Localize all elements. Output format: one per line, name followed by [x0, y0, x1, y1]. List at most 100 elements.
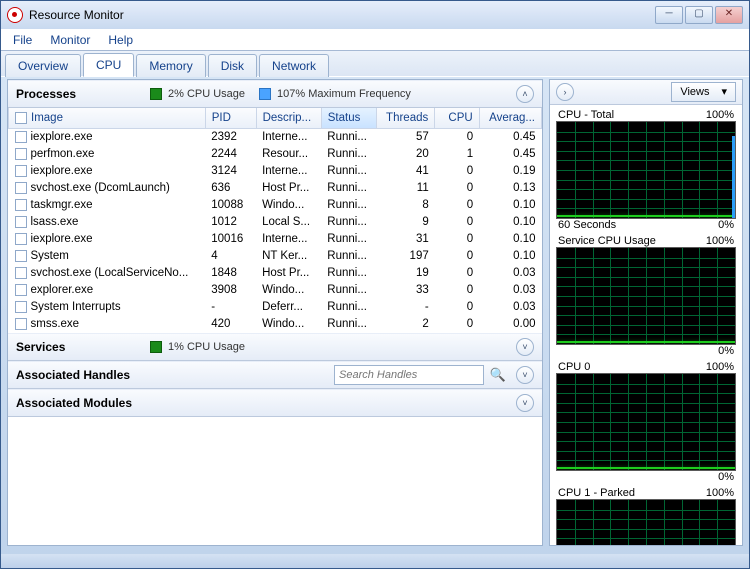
table-row[interactable]: explorer.exe3908Windo...Runni...3300.03 — [9, 282, 542, 299]
row-checkbox[interactable] — [15, 267, 27, 279]
chart-block: CPU 0100%0% — [556, 361, 736, 483]
col-pid[interactable]: PID — [205, 108, 256, 129]
tab-cpu[interactable]: CPU — [83, 53, 134, 77]
chart-block: Service CPU Usage 100% 0% — [556, 235, 736, 357]
chart-axis-left: 60 Seconds — [558, 219, 616, 231]
table-row[interactable]: taskmgr.exe10088Windo...Runni...800.10 — [9, 197, 542, 214]
row-checkbox[interactable] — [15, 216, 27, 228]
minimize-button[interactable]: ─ — [655, 6, 683, 24]
max-freq-metric: 107% Maximum Frequency — [259, 88, 411, 100]
tab-overview[interactable]: Overview — [5, 54, 81, 77]
cpu-usage-swatch-icon — [150, 88, 162, 100]
menubar: File Monitor Help — [1, 29, 749, 51]
table-row[interactable]: iexplore.exe3124Interne...Runni...4100.1… — [9, 163, 542, 180]
row-checkbox[interactable] — [15, 148, 27, 160]
right-pane-header: › Views ▾ — [550, 80, 742, 105]
row-checkbox[interactable] — [15, 182, 27, 194]
processes-collapse-button[interactable]: ˄ — [516, 85, 534, 103]
cpu-usage-metric: 2% CPU Usage — [150, 88, 245, 100]
cpu-usage-text: 2% CPU Usage — [168, 88, 245, 100]
row-checkbox[interactable] — [15, 250, 27, 262]
handles-title: Associated Handles — [16, 368, 130, 382]
table-row[interactable]: lsass.exe1012Local S...Runni...900.10 — [9, 214, 542, 231]
handles-expand-button[interactable]: ˅ — [516, 366, 534, 384]
chart-canvas — [556, 121, 736, 219]
col-average[interactable]: Averag... — [479, 108, 541, 129]
chart-canvas — [556, 373, 736, 471]
modules-title: Associated Modules — [16, 396, 132, 410]
main-area: Processes 2% CPU Usage 107% Maximum Freq… — [7, 79, 743, 546]
close-button[interactable]: ✕ — [715, 6, 743, 24]
table-row[interactable]: smss.exe420Windo...Runni...200.00 — [9, 316, 542, 333]
col-status[interactable]: Status — [321, 108, 376, 129]
menu-file[interactable]: File — [5, 31, 40, 49]
maximize-button[interactable]: ▢ — [685, 6, 713, 24]
modules-expand-button[interactable]: ˅ — [516, 394, 534, 412]
row-checkbox[interactable] — [15, 233, 27, 245]
row-checkbox[interactable] — [15, 165, 27, 177]
processes-header[interactable]: Processes 2% CPU Usage 107% Maximum Freq… — [8, 80, 542, 108]
handles-header[interactable]: Associated Handles 🔍 ˅ — [8, 361, 542, 389]
views-button[interactable]: Views ▾ — [671, 82, 736, 102]
chart-max-label: 100% — [706, 109, 734, 121]
table-row[interactable]: svchost.exe (DcomLaunch)636Host Pr...Run… — [9, 180, 542, 197]
select-all-checkbox[interactable] — [15, 112, 27, 124]
menu-help[interactable]: Help — [100, 31, 141, 49]
views-dropdown-icon: ▾ — [721, 85, 727, 98]
table-row[interactable]: iexplore.exe10016Interne...Runni...3100.… — [9, 231, 542, 248]
col-image[interactable]: Image — [9, 108, 206, 129]
empty-area — [8, 417, 542, 545]
chart-max-label: 100% — [706, 487, 734, 499]
menu-monitor[interactable]: Monitor — [42, 31, 98, 49]
col-description[interactable]: Descrip... — [256, 108, 321, 129]
row-checkbox[interactable] — [15, 199, 27, 211]
services-expand-button[interactable]: ˅ — [516, 338, 534, 356]
chart-axis-right: 0% — [718, 471, 734, 483]
chart-axis-right: 0% — [718, 345, 734, 357]
services-header[interactable]: Services 1% CPU Usage ˅ — [8, 333, 542, 361]
resource-monitor-window: Resource Monitor ─ ▢ ✕ File Monitor Help… — [0, 0, 750, 569]
window-title: Resource Monitor — [29, 8, 124, 22]
chart-canvas — [556, 247, 736, 345]
tab-memory[interactable]: Memory — [136, 54, 205, 77]
chart-canvas — [556, 499, 736, 545]
search-icon[interactable]: 🔍 — [490, 367, 506, 383]
titlebar[interactable]: Resource Monitor ─ ▢ ✕ — [1, 1, 749, 29]
app-icon — [7, 7, 23, 23]
window-controls: ─ ▢ ✕ — [655, 6, 743, 24]
services-cpu-metric: 1% CPU Usage — [150, 341, 245, 353]
row-checkbox[interactable] — [15, 284, 27, 296]
modules-header[interactable]: Associated Modules ˅ — [8, 389, 542, 417]
chart-title: Service CPU Usage — [558, 235, 656, 247]
chart-title: CPU 0 — [558, 361, 590, 373]
chart-block: CPU 1 - Parked 100% — [556, 487, 736, 545]
tab-network[interactable]: Network — [259, 54, 329, 77]
charts-list[interactable]: CPU - Total100%60 Seconds0%Service CPU U… — [550, 105, 742, 545]
table-row[interactable]: perfmon.exe2244Resour...Runni...2010.45 — [9, 146, 542, 163]
processes-header-row: Image PID Descrip... Status Threads CPU … — [9, 108, 542, 129]
chart-title: CPU 1 - Parked — [558, 487, 635, 499]
right-pane: › Views ▾ CPU - Total100%60 Seconds0%Ser… — [549, 79, 743, 546]
table-row[interactable]: svchost.exe (LocalServiceNo...1848Host P… — [9, 265, 542, 282]
chart-max-label: 100% — [706, 235, 734, 247]
col-cpu[interactable]: CPU — [435, 108, 479, 129]
chart-axis-right: 0% — [718, 219, 734, 231]
max-freq-text: 107% Maximum Frequency — [277, 88, 411, 100]
table-row[interactable]: System Interrupts-Deferr...Runni...-00.0… — [9, 299, 542, 316]
table-row[interactable]: iexplore.exe2392Interne...Runni...5700.4… — [9, 129, 542, 146]
services-title: Services — [16, 340, 136, 354]
chart-title: CPU - Total — [558, 109, 614, 121]
row-checkbox[interactable] — [15, 318, 27, 330]
tab-disk[interactable]: Disk — [208, 54, 257, 77]
table-row[interactable]: System4NT Ker...Runni...19700.10 — [9, 248, 542, 265]
left-pane: Processes 2% CPU Usage 107% Maximum Freq… — [7, 79, 543, 546]
processes-table-wrap[interactable]: Image PID Descrip... Status Threads CPU … — [8, 108, 542, 333]
processes-title: Processes — [16, 87, 136, 101]
search-handles-input[interactable] — [334, 365, 484, 385]
row-checkbox[interactable] — [15, 131, 27, 143]
right-pane-collapse-button[interactable]: › — [556, 83, 574, 101]
row-checkbox[interactable] — [15, 301, 27, 313]
services-cpu-text: 1% CPU Usage — [168, 341, 245, 353]
services-cpu-swatch-icon — [150, 341, 162, 353]
col-threads[interactable]: Threads — [376, 108, 434, 129]
